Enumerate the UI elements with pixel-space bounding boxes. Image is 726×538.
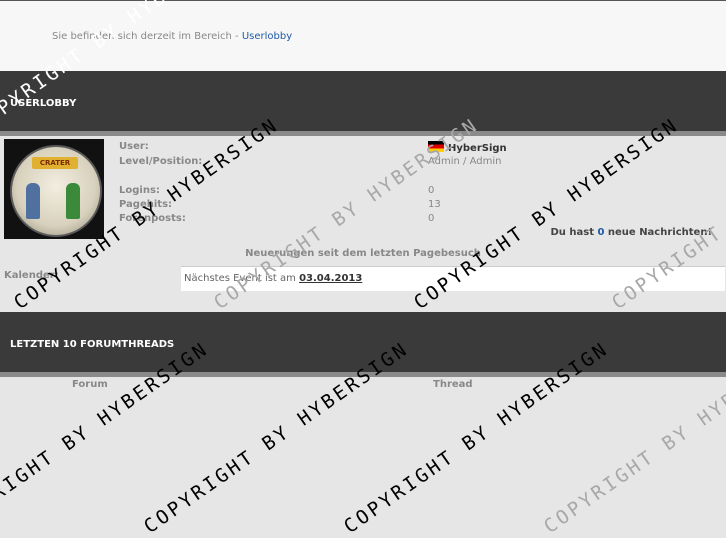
kalender-label: Kalender: <box>4 270 59 281</box>
column-forum: Forum <box>72 379 108 390</box>
level-value: Admin / Admin <box>428 156 502 167</box>
messages-prefix: Du hast <box>550 227 598 238</box>
breadcrumb-prefix: Sie befinden sich derzeit im Bereich - <box>52 31 242 42</box>
logins-label: Logins: <box>119 185 160 196</box>
breadcrumb-link-userlobby[interactable]: Userlobby <box>242 31 292 42</box>
username[interactable]: HyberSign <box>448 143 507 154</box>
user-label: User: <box>119 141 149 152</box>
pagehits-label: Pagehits: <box>119 199 173 210</box>
forumthreads-header: LETZTEN 10 FORUMTHREADS <box>0 312 726 377</box>
forenposts-value: 0 <box>428 213 435 224</box>
avatar[interactable]: CRATER <box>4 139 104 239</box>
forumthreads-title: LETZTEN 10 FORUMTHREADS <box>10 339 175 350</box>
userlobby-title: USERLOBBY <box>10 98 77 109</box>
breadcrumb-panel: Sie befinden sich derzeit im Bereich - U… <box>0 0 726 72</box>
userlobby-header: USERLOBBY <box>0 71 726 136</box>
forenposts-label: Forenposts: <box>119 213 186 224</box>
messages-notice[interactable]: Du hast 0 neue Nachrichten! <box>550 227 712 238</box>
event-box: Nächstes Event ist am 03.04.2013 <box>181 266 725 291</box>
avatar-figure-left <box>26 183 40 219</box>
level-label: Level/Position: <box>119 156 203 167</box>
avatar-banner: CRATER <box>32 157 78 169</box>
user-value[interactable]: HyberSign <box>428 141 507 154</box>
event-date-link[interactable]: 03.04.2013 <box>299 273 362 284</box>
updates-title: Neuerungen seit dem letzten Pagebesuch <box>245 248 481 259</box>
logins-value: 0 <box>428 185 435 196</box>
breadcrumb: Sie befinden sich derzeit im Bereich - U… <box>52 31 292 42</box>
avatar-figure-right <box>66 183 80 219</box>
event-prefix: Nächstes Event ist am <box>184 273 300 284</box>
column-thread: Thread <box>433 379 473 390</box>
event-text: Nächstes Event ist am 03.04.2013 <box>184 273 362 284</box>
german-flag-icon <box>428 141 444 152</box>
messages-suffix: neue Nachrichten! <box>604 227 712 238</box>
pagehits-value: 13 <box>428 199 441 210</box>
